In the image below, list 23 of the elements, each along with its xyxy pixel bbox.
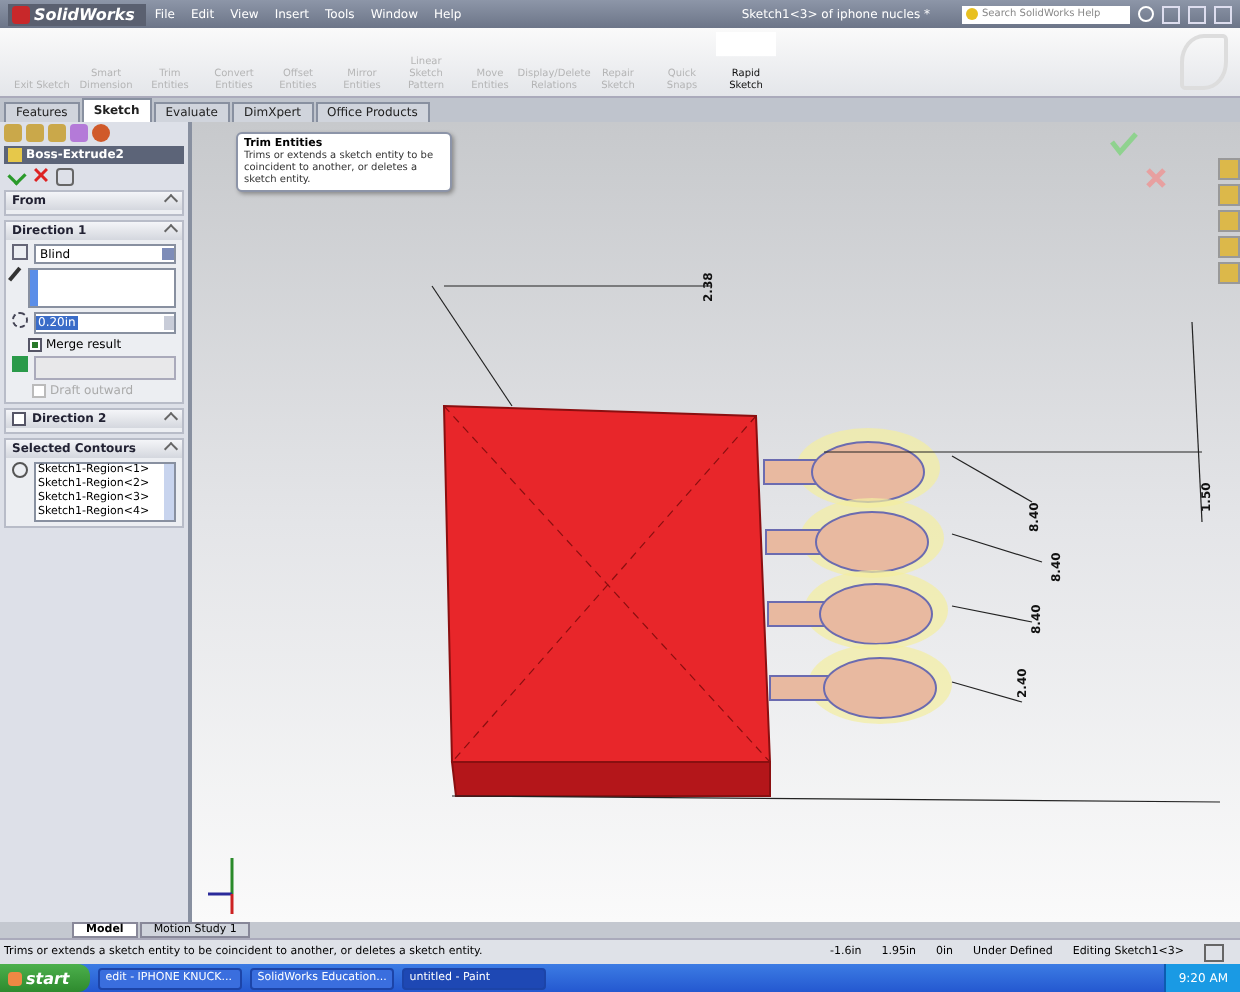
preview-icon[interactable] xyxy=(56,168,74,186)
scrollbar[interactable] xyxy=(164,464,174,520)
depth-icon xyxy=(12,312,28,328)
app-name: SolidWorks xyxy=(34,5,135,23)
contour-icon xyxy=(12,462,28,478)
extrude-icon xyxy=(8,148,22,162)
reverse-direction-icon[interactable] xyxy=(12,244,28,260)
cancel-icon[interactable] xyxy=(34,168,48,182)
logo-mark-icon xyxy=(1180,34,1228,90)
restore-button[interactable] xyxy=(1188,5,1206,23)
search-icon[interactable] xyxy=(1138,6,1154,22)
appearance-icon[interactable] xyxy=(92,124,110,142)
help-icon xyxy=(966,8,978,20)
dimxpert-icon[interactable] xyxy=(70,124,88,142)
start-button[interactable]: start xyxy=(0,964,90,992)
direction-checkbox[interactable] xyxy=(12,412,26,426)
selection-field[interactable] xyxy=(28,268,176,308)
draft-angle-field[interactable] xyxy=(34,356,176,380)
units-icon[interactable] xyxy=(1204,943,1224,961)
axis-triad-icon xyxy=(208,858,234,914)
close-button[interactable] xyxy=(1214,5,1232,23)
minimize-button[interactable] xyxy=(1162,5,1180,23)
logo-icon xyxy=(12,5,30,23)
